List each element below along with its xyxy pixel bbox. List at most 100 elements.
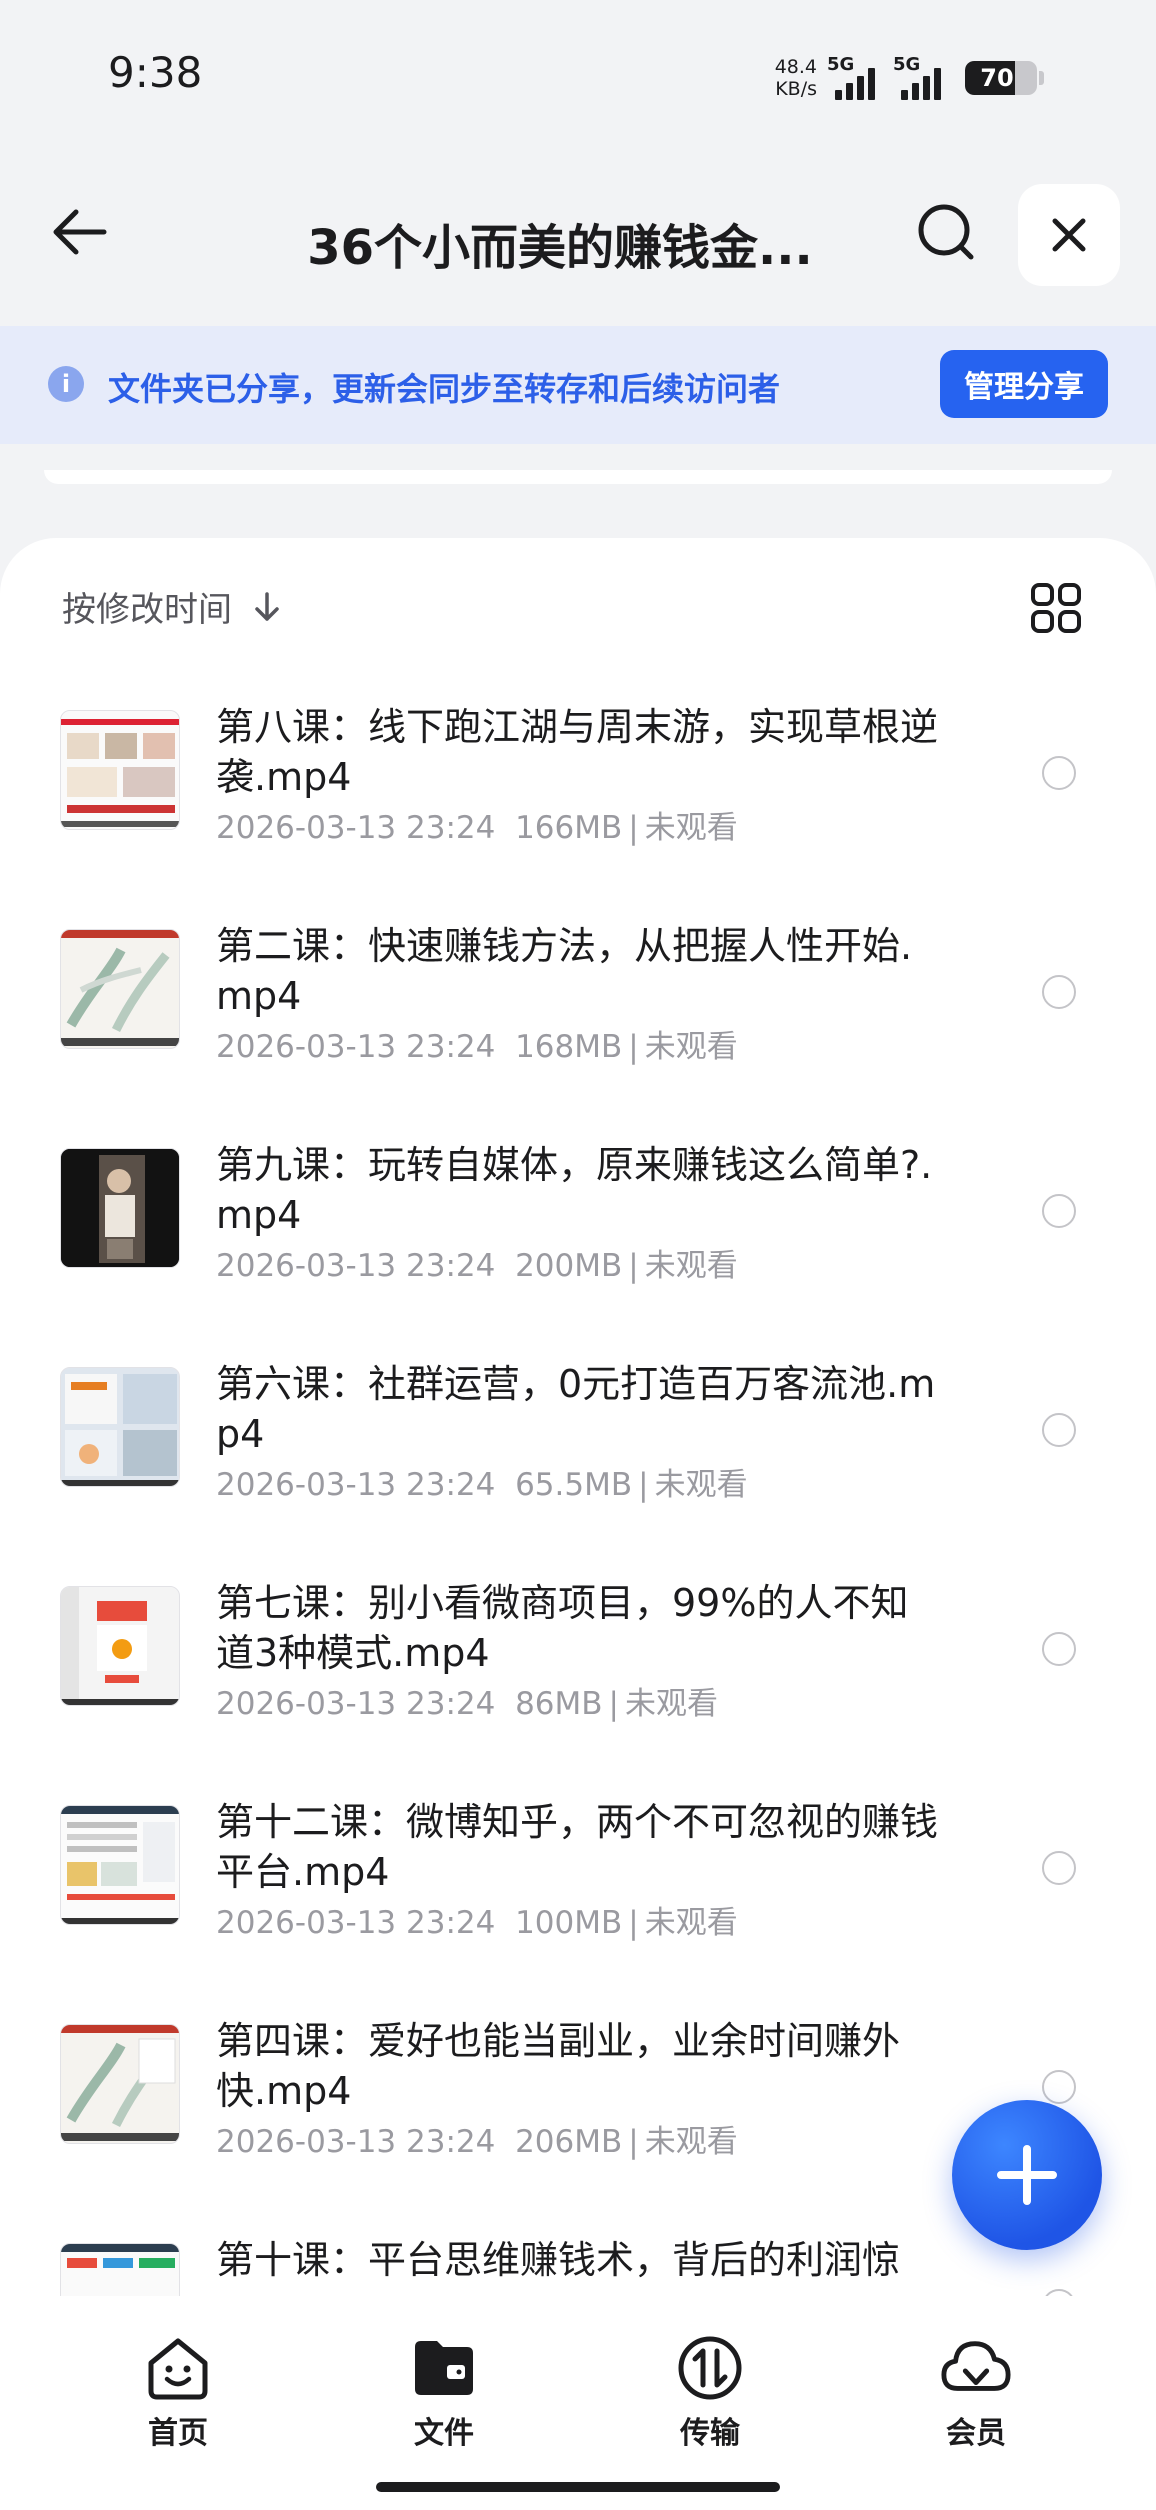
file-date: 2026-03-13 23:24 bbox=[216, 1686, 496, 1722]
file-status: 未观看 bbox=[644, 2124, 738, 2160]
video-thumbnail bbox=[60, 2024, 180, 2144]
meta-separator: | bbox=[608, 1686, 619, 1722]
file-status: 未观看 bbox=[644, 810, 738, 846]
battery-level: 70 bbox=[980, 64, 1014, 92]
signal-label: 5G bbox=[827, 54, 855, 75]
file-meta: 2026-03-13 23:24 100MB | 未观看 bbox=[216, 1897, 738, 1942]
folder-icon bbox=[408, 2332, 480, 2404]
meta-separator: | bbox=[628, 810, 639, 846]
file-meta: 2026-03-13 23:24 206MB | 未观看 bbox=[216, 2116, 738, 2161]
meta-separator: | bbox=[628, 1905, 639, 1941]
status-time: 9:38 bbox=[108, 48, 203, 97]
share-banner: i 文件夹已分享，更新会同步至转存和后续访问者 管理分享 bbox=[0, 326, 1156, 444]
nav-item-files[interactable]: 文件 bbox=[364, 2332, 524, 2452]
file-date: 2026-03-13 23:24 bbox=[216, 1029, 496, 1065]
file-date: 2026-03-13 23:24 bbox=[216, 1248, 496, 1284]
close-icon bbox=[1052, 218, 1086, 252]
file-date: 2026-03-13 23:24 bbox=[216, 1467, 496, 1503]
file-row[interactable]: 第十二课：微博知乎，两个不可忽视的赚钱平台.mp4 2026-03-13 23:… bbox=[0, 1800, 1156, 2024]
file-row[interactable]: 第七课：别小看微商项目，99%的人不知道3种模式.mp4 2026-03-13 … bbox=[0, 1581, 1156, 1805]
file-status: 未观看 bbox=[654, 1467, 748, 1503]
search-icon bbox=[918, 204, 974, 260]
video-thumbnail bbox=[60, 1586, 180, 1706]
file-size: 206MB bbox=[515, 2124, 623, 2160]
file-meta: 2026-03-13 23:24 200MB | 未观看 bbox=[216, 1240, 738, 1285]
nav-item-vip[interactable]: 会员 bbox=[896, 2332, 1056, 2452]
file-name: 第二课：快速赚钱方法，从把握人性开始.mp4 bbox=[216, 924, 913, 1018]
signal-label: 5G bbox=[893, 54, 921, 75]
close-button[interactable] bbox=[1018, 184, 1120, 286]
screen: 9:38 48.4 KB/s 5G 5G 70 36个小而美的赚钱金... i … bbox=[0, 0, 1156, 2510]
grid-view-button[interactable] bbox=[1026, 578, 1086, 638]
nav-item-transfer[interactable]: 传输 bbox=[630, 2332, 790, 2452]
sort-button[interactable]: 按修改时间 bbox=[62, 582, 284, 631]
video-thumbnail bbox=[60, 929, 180, 1049]
file-size: 168MB bbox=[515, 1029, 623, 1065]
video-thumbnail bbox=[60, 1805, 180, 1925]
file-row[interactable]: 第六课：社群运营，0元打造百万客流池.mp4 2026-03-13 23:24 … bbox=[0, 1362, 1156, 1586]
arrow-left-icon bbox=[53, 209, 107, 255]
signal-icon: 5G bbox=[893, 54, 949, 102]
file-size: 65.5MB bbox=[515, 1467, 633, 1503]
nav-label: 会员 bbox=[946, 2416, 1006, 2451]
select-radio[interactable] bbox=[1042, 2070, 1076, 2104]
meta-separator: | bbox=[638, 1467, 649, 1503]
file-meta: 2026-03-13 23:24 65.5MB | 未观看 bbox=[216, 1459, 748, 1504]
file-meta: 2026-03-13 23:24 168MB | 未观看 bbox=[216, 1021, 738, 1066]
select-radio[interactable] bbox=[1042, 1413, 1076, 1447]
nav-label: 文件 bbox=[414, 2416, 474, 2451]
file-status: 未观看 bbox=[644, 1029, 738, 1065]
home-face-icon bbox=[142, 2332, 214, 2404]
file-status: 未观看 bbox=[644, 1905, 738, 1941]
file-meta: 2026-03-13 23:24 86MB | 未观看 bbox=[216, 1678, 718, 1723]
select-radio[interactable] bbox=[1042, 1632, 1076, 1666]
file-row[interactable]: 第二课：快速赚钱方法，从把握人性开始.mp4 2026-03-13 23:24 … bbox=[0, 924, 1156, 1148]
home-indicator[interactable] bbox=[376, 2482, 780, 2492]
file-name: 第八课：线下跑江湖与周末游，实现草根逆袭.mp4 bbox=[216, 705, 939, 799]
search-button[interactable] bbox=[906, 192, 986, 272]
select-radio[interactable] bbox=[1042, 975, 1076, 1009]
network-speed-unit: KB/s bbox=[775, 78, 817, 100]
status-indicators: 48.4 KB/s 5G 5G 70 bbox=[775, 50, 1044, 106]
file-name: 第十课：平台思维赚钱术，背后的利润惊 bbox=[216, 2238, 901, 2282]
collapsed-card-edge bbox=[44, 470, 1112, 484]
status-bar: 9:38 48.4 KB/s 5G 5G 70 bbox=[0, 0, 1156, 150]
select-radio[interactable] bbox=[1042, 1851, 1076, 1885]
file-name: 第七课：别小看微商项目，99%的人不知道3种模式.mp4 bbox=[216, 1581, 909, 1675]
header: 36个小而美的赚钱金... bbox=[0, 170, 1156, 300]
back-button[interactable] bbox=[40, 192, 120, 272]
battery-tip bbox=[1039, 71, 1044, 85]
file-size: 200MB bbox=[515, 1248, 623, 1284]
file-size: 100MB bbox=[515, 1905, 623, 1941]
manage-share-button[interactable]: 管理分享 bbox=[940, 350, 1108, 418]
cloud-vip-icon bbox=[940, 2332, 1012, 2404]
file-row[interactable]: 第八课：线下跑江湖与周末游，实现草根逆袭.mp4 2026-03-13 23:2… bbox=[0, 705, 1156, 929]
file-size: 86MB bbox=[515, 1686, 603, 1722]
page-title: 36个小而美的赚钱金... bbox=[307, 220, 813, 276]
file-name: 第十二课：微博知乎，两个不可忽视的赚钱平台.mp4 bbox=[216, 1800, 939, 1894]
battery-icon: 70 bbox=[965, 61, 1037, 95]
meta-separator: | bbox=[628, 1029, 639, 1065]
share-banner-text: 文件夹已分享，更新会同步至转存和后续访问者 bbox=[108, 370, 781, 408]
file-size: 166MB bbox=[515, 810, 623, 846]
network-speed: 48.4 KB/s bbox=[775, 56, 817, 100]
nav-label: 传输 bbox=[680, 2416, 740, 2451]
file-status: 未观看 bbox=[644, 1248, 738, 1284]
file-date: 2026-03-13 23:24 bbox=[216, 1905, 496, 1941]
plus-icon bbox=[997, 2145, 1057, 2205]
signal-icon: 5G bbox=[827, 54, 883, 102]
file-status: 未观看 bbox=[625, 1686, 718, 1722]
transfer-icon bbox=[674, 2332, 746, 2404]
file-name: 第四课：爱好也能当副业，业余时间赚外快.mp4 bbox=[216, 2019, 901, 2113]
info-icon: i bbox=[48, 366, 84, 402]
file-name: 第九课：玩转自媒体，原来赚钱这么简单?.mp4 bbox=[216, 1143, 933, 1237]
file-meta: 2026-03-13 23:24 166MB | 未观看 bbox=[216, 802, 738, 847]
nav-item-home[interactable]: 首页 bbox=[98, 2332, 258, 2452]
arrow-down-icon bbox=[255, 591, 279, 621]
nav-label: 首页 bbox=[148, 2416, 208, 2451]
file-name: 第六课：社群运营，0元打造百万客流池.mp4 bbox=[216, 1362, 936, 1456]
select-radio[interactable] bbox=[1042, 756, 1076, 790]
add-button[interactable] bbox=[952, 2100, 1102, 2250]
file-row[interactable]: 第九课：玩转自媒体，原来赚钱这么简单?.mp4 2026-03-13 23:24… bbox=[0, 1143, 1156, 1367]
select-radio[interactable] bbox=[1042, 1194, 1076, 1228]
